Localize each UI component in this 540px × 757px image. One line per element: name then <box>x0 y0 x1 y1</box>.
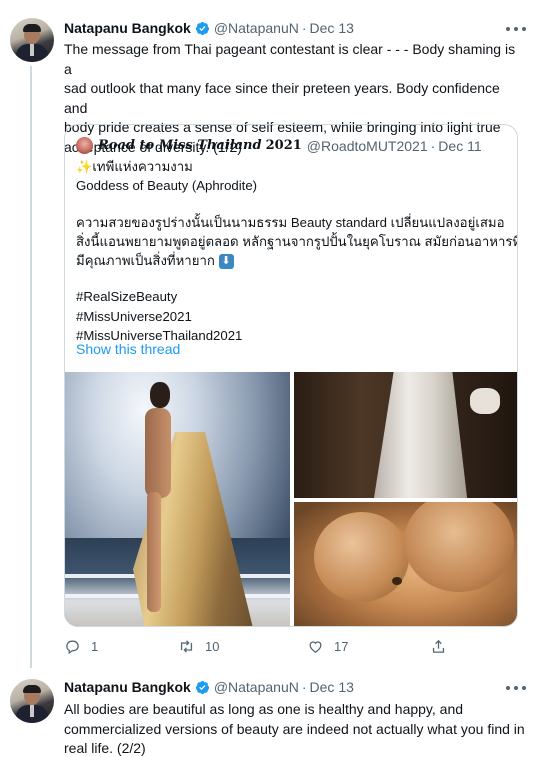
pageant-contestant-photo[interactable] <box>65 372 290 626</box>
tweet-actions: 1 10 17 <box>64 638 464 658</box>
quoted-media-grid <box>65 372 517 626</box>
like-icon <box>309 641 322 653</box>
quote-line-2: Goddess of Beauty (Aphrodite) <box>76 178 258 194</box>
quote-line-5-row: มีคุณภาพเป็นสิ่งที่หายาก ⬇ <box>76 251 512 270</box>
verified-badge-icon <box>195 21 209 35</box>
retweet-count: 10 <box>205 639 220 654</box>
author-name[interactable]: Natapanu Bangkok <box>64 20 191 36</box>
tweet-date[interactable]: Dec 13 <box>310 20 354 36</box>
retweet-button[interactable]: 10 <box>178 638 219 655</box>
tweet-1[interactable]: Natapanu Bangkok @NatapanuN · Dec 13 The… <box>0 0 540 668</box>
like-button[interactable]: 17 <box>307 638 348 655</box>
quoted-author-handle: @RoadtoMUT2021 <box>306 137 428 154</box>
quoted-tweet[interactable]: Road to Miss Thailand 2021 @RoadtoMUT202… <box>64 124 518 627</box>
verified-badge-icon <box>195 680 209 694</box>
reply-count: 1 <box>91 639 99 654</box>
tweet-header: Natapanu Bangkok @NatapanuN · Dec 13 <box>64 20 354 36</box>
quoted-avatar <box>76 137 93 154</box>
separator-dot: · <box>301 679 307 695</box>
avatar[interactable] <box>10 18 54 62</box>
quoted-tweet-date: Dec 11 <box>438 137 482 154</box>
retweet-icon <box>180 640 193 653</box>
quote-line-1: ✨เทพีแห่งความงาม <box>76 159 193 174</box>
tweet-2[interactable]: Natapanu Bangkok @NatapanuN · Dec 13 All… <box>0 665 540 757</box>
hashtag-realsizebeauty: #RealSizeBeauty <box>76 289 178 305</box>
author-handle[interactable]: @NatapanuN <box>214 679 299 695</box>
thread-connector-line <box>30 66 32 668</box>
separator-dot: · <box>301 20 307 36</box>
separator-dot: · <box>430 137 436 154</box>
show-this-thread-link[interactable]: Show this thread <box>76 341 180 357</box>
hashtag-missuniverse2021: #MissUniverse2021 <box>76 308 192 324</box>
quote-line-3: ความสวยของรูปร่างนั้นเป็นนามธรรม Beauty … <box>76 214 505 230</box>
author-handle[interactable]: @NatapanuN <box>214 20 299 36</box>
reply-button[interactable]: 1 <box>64 638 98 655</box>
quoted-tweet-header: Road to Miss Thailand 2021 @RoadtoMUT202… <box>76 137 482 154</box>
author-name[interactable]: Natapanu Bangkok <box>64 679 191 695</box>
down-arrow-emoji-icon: ⬇ <box>218 254 234 270</box>
venus-figurine-photo[interactable] <box>294 502 517 626</box>
quote-line-5: มีคุณภาพเป็นสิ่งที่หายาก <box>76 253 215 269</box>
reply-icon <box>66 640 79 655</box>
quote-line-4: สิ่งนี้แอนพยายามพูดอยู่ตลอด หลักฐานจากรู… <box>76 233 518 249</box>
tweet-text: All bodies are beautiful as long as one … <box>64 701 525 756</box>
more-options-icon[interactable] <box>506 686 526 692</box>
tweet-date[interactable]: Dec 13 <box>310 679 354 695</box>
avatar[interactable] <box>10 679 54 723</box>
quoted-tweet-text: ✨เทพีแห่งความงาม Goddess of Beauty (Aphr… <box>76 157 518 345</box>
more-options-icon[interactable] <box>506 27 526 33</box>
tweet-header: Natapanu Bangkok @NatapanuN · Dec 13 <box>64 679 354 695</box>
aphrodite-statue-photo[interactable] <box>294 372 517 498</box>
quoted-author-name-year: 2021 <box>265 138 302 153</box>
share-button[interactable] <box>430 638 447 655</box>
share-icon <box>432 639 445 653</box>
quoted-author-name: Road to Miss Thailand <box>98 138 262 153</box>
like-count: 17 <box>334 639 349 654</box>
